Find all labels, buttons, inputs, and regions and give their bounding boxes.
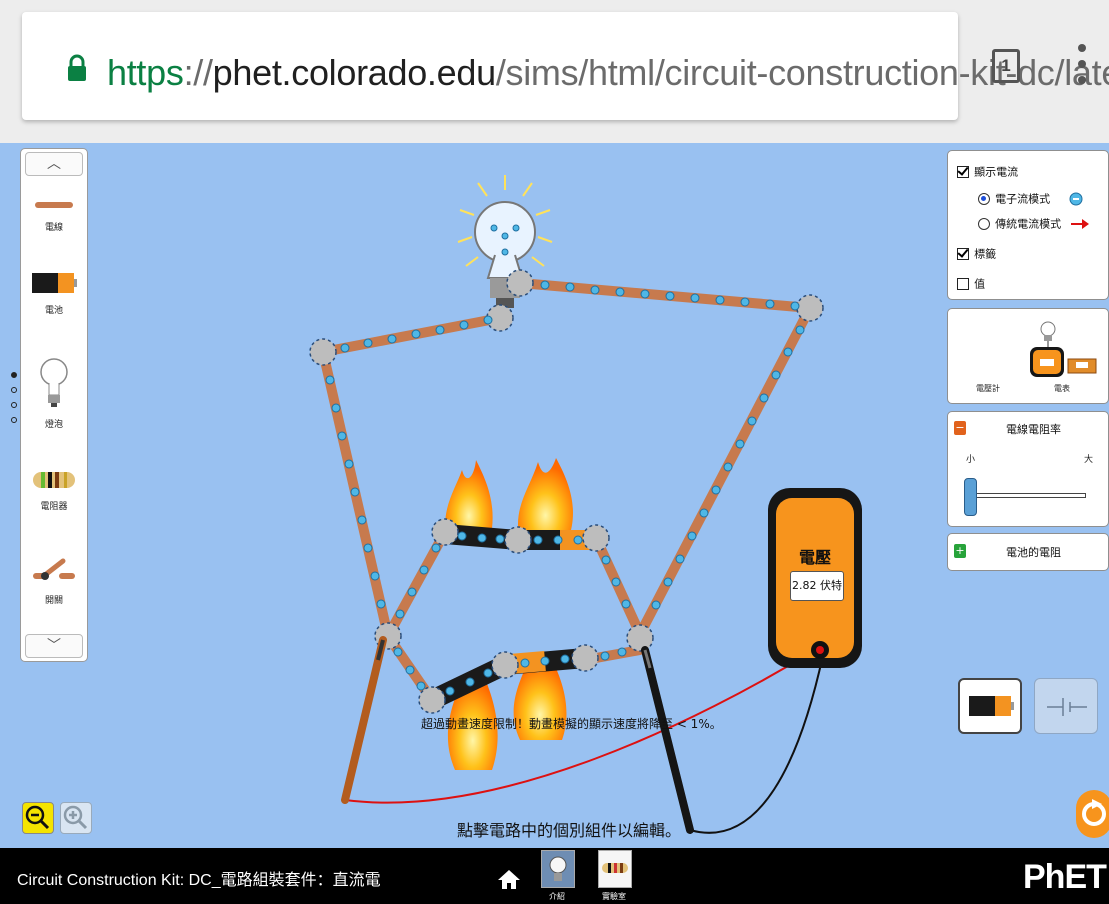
home-icon[interactable] — [497, 868, 521, 890]
reset-icon — [1082, 799, 1106, 826]
toolbox-item-label: 開關 — [44, 596, 63, 606]
circuit-canvas[interactable] — [0, 143, 1109, 848]
carousel-page-dots — [11, 372, 17, 432]
ammeter-tool-label: 電表 — [1054, 384, 1070, 393]
resistivity-slider-thumb[interactable] — [964, 478, 977, 516]
zoom-out-button[interactable] — [22, 802, 54, 834]
sim-title: Circuit Construction Kit: DC_電路組裝套件：直流電 — [17, 872, 381, 889]
battery-resistance-title: 電池的電阻 — [1006, 546, 1061, 559]
toolbox-item-switch[interactable]: 開關 — [21, 555, 87, 606]
labels-label: 標籤 — [974, 247, 997, 261]
screen-intro-button[interactable]: 介紹 — [539, 850, 575, 902]
edit-hint-text: 點擊電路中的個別組件以編輯。 — [457, 821, 682, 840]
toolbox-item-battery[interactable]: 電池 — [21, 271, 87, 316]
sensor-toolbox-panel: 電壓計 電表 — [947, 308, 1109, 404]
voltmeter-tool-label: 電壓計 — [976, 384, 1000, 393]
conventional-radio[interactable]: 傳統電流模式 — [978, 213, 1090, 232]
toolbox-item-resistor[interactable]: 電阻器 — [21, 469, 87, 512]
url-scheme: https — [107, 52, 184, 93]
intro-thumbnail — [541, 850, 575, 888]
show-current-label: 顯示電流 — [974, 165, 1019, 179]
schematic-battery-icon — [1047, 698, 1087, 716]
page-dot[interactable] — [11, 372, 17, 378]
voltmeter-title: 電壓 — [798, 548, 831, 567]
zoom-in-button[interactable] — [60, 802, 92, 834]
display-options-panel: 顯示電流 電子流模式 傳統電流模式 標籤 值 — [947, 150, 1109, 300]
slider-min-label: 小 — [966, 455, 976, 465]
url-separator: :// — [183, 52, 213, 93]
radio-unselected-icon — [978, 217, 990, 230]
zoom-in-icon — [63, 805, 88, 830]
checkbox-unchecked-icon — [957, 277, 969, 290]
lightbulb-icon — [40, 358, 68, 407]
lifelike-view-button[interactable] — [958, 678, 1022, 734]
toolbox-item-label: 電阻器 — [40, 502, 68, 512]
zoom-out-icon — [25, 805, 50, 830]
labels-checkbox[interactable]: 標籤 — [957, 243, 996, 262]
conventional-label: 傳統電流模式 — [995, 217, 1062, 231]
lock-icon — [68, 54, 86, 81]
page-dot[interactable] — [11, 402, 17, 408]
lightbulb-icon — [549, 856, 567, 881]
wire-resistivity-panel: − 電線電阻率 小 大 — [947, 411, 1109, 527]
expand-icon[interactable]: + — [954, 544, 966, 558]
reset-all-button[interactable] — [1076, 790, 1109, 838]
radio-selected-icon — [978, 192, 990, 205]
toolbox-item-lightbulb[interactable]: 燈泡 — [21, 355, 87, 430]
phet-logo-text: PhET — [1023, 858, 1107, 896]
wire-resistivity-title: 電線電阻率 — [1006, 423, 1061, 436]
toolbox-item-label: 燈泡 — [44, 420, 63, 430]
tab-count-button[interactable]: 1 — [992, 49, 1020, 83]
battery-resistance-panel: + 電池的電阻 — [947, 533, 1109, 571]
component-toolbox: ︿ 電線 電池 燈泡 電阻器 開關 ﹀ — [20, 148, 88, 662]
toolbox-scroll-down-button[interactable]: ﹀ — [25, 634, 83, 658]
values-checkbox[interactable]: 值 — [957, 273, 985, 292]
navigation-bar: Circuit Construction Kit: DC_電路組裝套件：直流電 … — [0, 848, 1109, 904]
toolbox-item-label: 電線 — [44, 223, 63, 233]
red-probe[interactable] — [341, 636, 387, 804]
toolbox-item-wire[interactable]: 電線 — [21, 197, 87, 233]
more-menu-icon[interactable] — [1074, 44, 1090, 90]
page-dot[interactable] — [11, 387, 17, 393]
url-host: phet.colorado.edu — [212, 52, 496, 93]
resistor-icon — [33, 472, 75, 488]
arrow-right-icon — [1071, 218, 1090, 229]
checkbox-checked-icon — [957, 247, 969, 260]
tools-icon[interactable] — [1028, 317, 1098, 381]
toolbox-scroll-up-button[interactable]: ︿ — [25, 152, 83, 176]
url-text[interactable]: https://phet.colorado.edu/sims/html/circ… — [107, 52, 1109, 94]
screen-intro-label: 介紹 — [549, 892, 565, 901]
resistivity-slider-track[interactable] — [970, 493, 1086, 498]
electrons-radio[interactable]: 電子流模式 — [978, 188, 1083, 207]
battery-icon — [969, 696, 1014, 716]
resistor-icon — [602, 863, 628, 873]
voltmeter[interactable]: 電壓 2.82 伏特 — [768, 488, 862, 668]
show-current-checkbox[interactable]: 顯示電流 — [957, 161, 1018, 180]
speed-warning-text: 超過動畫速度限制！動畫模擬的顯示速度將降至 < 1%。 — [421, 717, 722, 731]
checkbox-checked-icon — [957, 165, 969, 178]
switch-icon — [33, 558, 75, 580]
batteries[interactable] — [427, 524, 596, 710]
screen-lab-button[interactable]: 實驗室 — [596, 850, 632, 902]
values-label: 值 — [974, 277, 986, 291]
address-bar[interactable]: https://phet.colorado.edu/sims/html/circ… — [22, 12, 1109, 120]
phet-logo[interactable]: PhET — [1023, 857, 1107, 897]
screen-lab-label: 實驗室 — [602, 892, 626, 901]
voltmeter-reading: 2.82 伏特 — [790, 571, 844, 601]
electron-icon — [1069, 192, 1083, 205]
battery-icon — [32, 273, 77, 293]
electrons-label: 電子流模式 — [995, 192, 1051, 206]
browser-toolbar: https://phet.colorado.edu/sims/html/circ… — [0, 0, 1109, 143]
toolbox-item-label: 電池 — [44, 306, 63, 316]
schematic-view-button[interactable] — [1034, 678, 1098, 734]
collapse-icon[interactable]: − — [954, 421, 966, 435]
wire-icon — [35, 202, 73, 208]
lab-thumbnail — [598, 850, 632, 888]
black-probe[interactable] — [641, 646, 694, 834]
slider-max-label: 大 — [1084, 455, 1094, 465]
page-dot[interactable] — [11, 417, 17, 423]
